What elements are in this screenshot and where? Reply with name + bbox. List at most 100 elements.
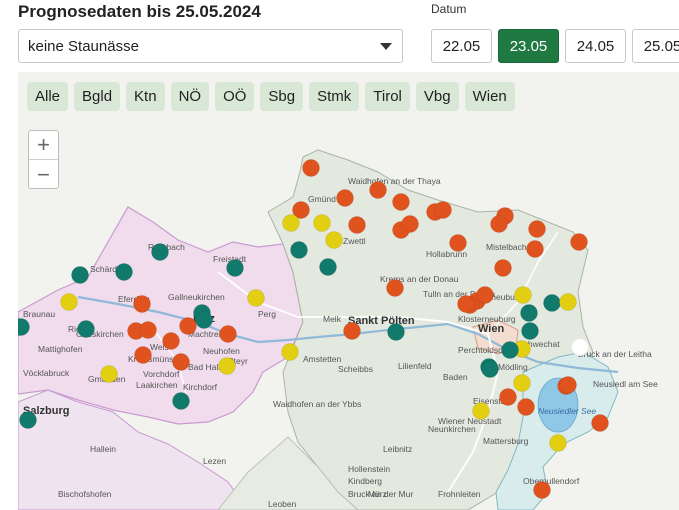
region-button-sbg[interactable]: Sbg	[260, 82, 304, 111]
station-marker-orange[interactable]	[336, 189, 354, 207]
map-view[interactable]: Gmünd Waidhofen an der Thaya Zwettl Hollabr…	[18, 72, 679, 510]
station-marker-yellow[interactable]	[247, 289, 265, 307]
place-label: Leoben	[268, 499, 297, 509]
station-marker-teal[interactable]	[172, 392, 190, 410]
station-marker-yellow[interactable]	[281, 343, 299, 361]
station-marker-teal[interactable]	[387, 323, 405, 341]
zoom-control: + −	[28, 130, 59, 189]
place-label: Scheibbs	[338, 364, 373, 374]
station-marker-yellow[interactable]	[514, 286, 532, 304]
station-marker-orange[interactable]	[533, 481, 551, 499]
station-marker-yellow[interactable]	[325, 231, 343, 249]
station-marker-teal[interactable]	[226, 259, 244, 277]
station-marker-orange[interactable]	[133, 295, 151, 313]
station-marker-teal[interactable]	[115, 263, 133, 281]
place-label: Waidhofen an der Ybbs	[273, 399, 361, 409]
region-button-noe[interactable]: NÖ	[170, 82, 210, 111]
station-marker-orange[interactable]	[343, 322, 361, 340]
station-marker-yellow[interactable]	[282, 214, 300, 232]
station-marker-orange[interactable]	[476, 286, 494, 304]
map-canvas[interactable]: GmündWaidhofen an der ThayaZwettlHollabr…	[18, 72, 679, 510]
filter-select[interactable]: keine Staunässe	[18, 29, 403, 63]
place-label: Bruck an der Leitha	[578, 349, 652, 359]
place-label: Hallein	[90, 444, 116, 454]
station-marker-orange[interactable]	[559, 376, 577, 394]
place-label: Hollenstein	[348, 464, 390, 474]
station-marker-orange[interactable]	[369, 181, 387, 199]
page-title: Prognosedaten bis 25.05.2024	[18, 2, 261, 21]
station-marker-teal[interactable]	[19, 411, 37, 429]
station-marker-teal[interactable]	[195, 311, 213, 329]
place-label: Vöcklabruck	[23, 368, 70, 378]
date-button-25-05[interactable]: 25.05	[632, 29, 679, 63]
station-marker-orange[interactable]	[528, 220, 546, 238]
place-label: Gmünd	[308, 194, 336, 204]
region-button-stmk[interactable]: Stmk	[309, 82, 360, 111]
station-marker-yellow[interactable]	[513, 374, 531, 392]
zoom-out-button[interactable]: −	[29, 160, 58, 189]
station-marker-orange[interactable]	[386, 279, 404, 297]
station-marker-orange[interactable]	[517, 398, 535, 416]
place-label: Perg	[258, 309, 276, 319]
station-marker-teal[interactable]	[481, 360, 499, 378]
place-label: Mattighofen	[38, 344, 83, 354]
place-label: Bischofshofen	[58, 489, 112, 499]
region-button-bgld[interactable]: Bgld	[74, 82, 121, 111]
station-marker-teal[interactable]	[520, 304, 538, 322]
place-label: Mürz	[368, 489, 387, 499]
station-marker-teal[interactable]	[521, 322, 539, 340]
station-marker-teal[interactable]	[319, 258, 337, 276]
station-marker-orange[interactable]	[348, 216, 366, 234]
region-button-tirol[interactable]: Tirol	[365, 82, 410, 111]
station-marker-white[interactable]	[571, 338, 589, 356]
station-marker-yellow[interactable]	[549, 434, 567, 452]
station-marker-orange[interactable]	[401, 215, 419, 233]
station-marker-orange[interactable]	[302, 159, 320, 177]
region-button-ooe[interactable]: OÖ	[215, 82, 255, 111]
station-marker-teal[interactable]	[501, 341, 519, 359]
station-marker-orange[interactable]	[570, 233, 588, 251]
station-marker-orange[interactable]	[162, 332, 180, 350]
station-marker-orange[interactable]	[591, 414, 609, 432]
station-marker-orange[interactable]	[457, 295, 475, 313]
region-button-wien[interactable]: Wien	[464, 82, 515, 111]
station-marker-orange[interactable]	[134, 346, 152, 364]
region-button-ktn[interactable]: Ktn	[126, 82, 165, 111]
station-marker-yellow[interactable]	[218, 357, 236, 375]
station-marker-orange[interactable]	[494, 259, 512, 277]
station-marker-orange[interactable]	[434, 201, 452, 219]
date-button-24-05[interactable]: 24.05	[565, 29, 626, 63]
station-marker-orange[interactable]	[179, 317, 197, 335]
zoom-in-button[interactable]: +	[29, 131, 58, 160]
place-label: Lezen	[203, 456, 226, 466]
station-marker-orange[interactable]	[490, 215, 508, 233]
station-marker-teal[interactable]	[151, 243, 169, 261]
filter-select-value: keine Staunässe	[28, 37, 139, 55]
station-marker-orange[interactable]	[172, 353, 190, 371]
station-marker-teal[interactable]	[71, 266, 89, 284]
place-label: Mattersburg	[483, 436, 529, 446]
date-button-22-05[interactable]: 22.05	[431, 29, 492, 63]
station-marker-orange[interactable]	[526, 240, 544, 258]
station-marker-yellow[interactable]	[313, 214, 331, 232]
station-marker-orange[interactable]	[449, 234, 467, 252]
station-marker-yellow[interactable]	[60, 293, 78, 311]
date-button-23-05[interactable]: 23.05	[498, 29, 559, 63]
caret-down-icon	[380, 43, 392, 50]
place-label: Amstetten	[303, 354, 342, 364]
station-marker-teal[interactable]	[77, 320, 95, 338]
place-label: Braunau	[23, 309, 55, 319]
station-marker-teal[interactable]	[290, 241, 308, 259]
station-marker-orange[interactable]	[139, 321, 157, 339]
region-button-alle[interactable]: Alle	[27, 82, 69, 111]
station-marker-yellow[interactable]	[559, 293, 577, 311]
station-marker-orange[interactable]	[499, 388, 517, 406]
date-button-group: 22.05 23.05 24.05 25.05	[431, 29, 679, 63]
station-marker-teal[interactable]	[543, 294, 561, 312]
station-marker-yellow[interactable]	[472, 402, 490, 420]
station-marker-orange[interactable]	[219, 325, 237, 343]
place-label: Frohnleiten	[438, 489, 481, 499]
station-marker-orange[interactable]	[392, 193, 410, 211]
region-button-vbg[interactable]: Vbg	[415, 82, 459, 111]
station-marker-yellow[interactable]	[100, 365, 118, 383]
